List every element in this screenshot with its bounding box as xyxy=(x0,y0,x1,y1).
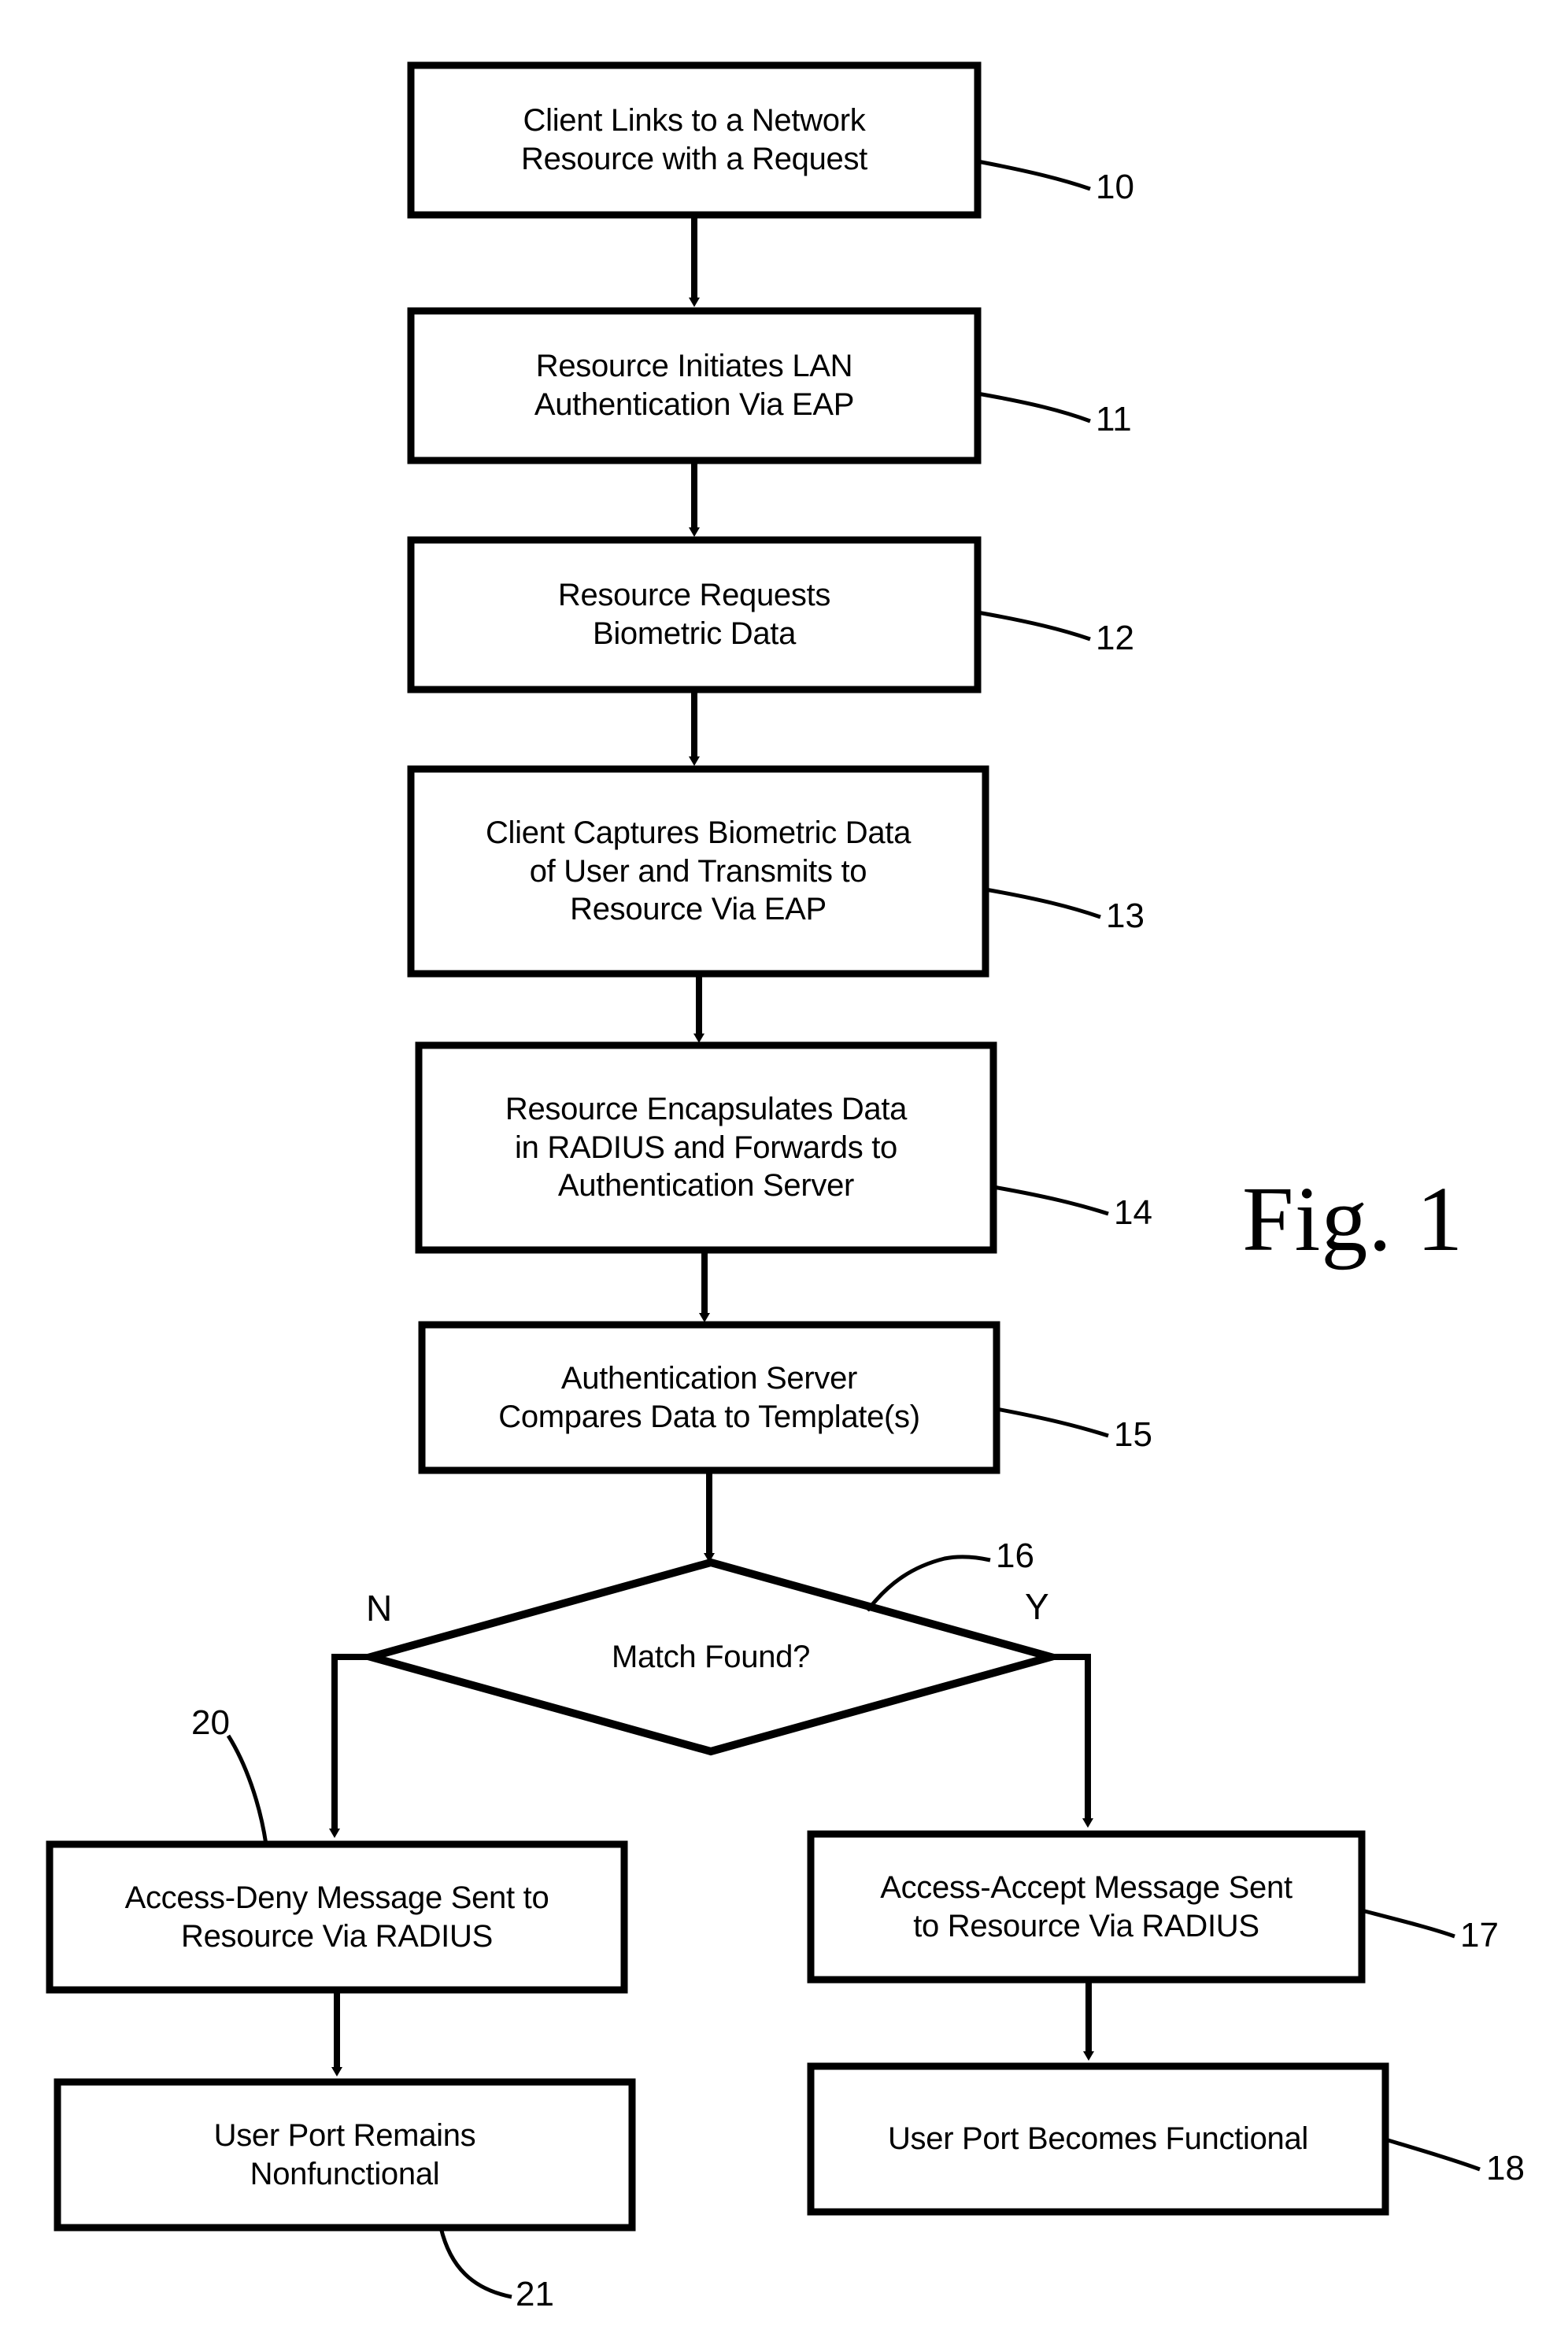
flowchart-graphics xyxy=(46,61,1481,2299)
leader-20 xyxy=(226,1734,268,1845)
ref-number-14: 14 xyxy=(1114,1193,1152,1232)
box-12 xyxy=(407,536,982,693)
leader-12 xyxy=(977,610,1091,642)
leader-17 xyxy=(1361,1908,1455,1939)
box-10 xyxy=(407,61,982,219)
arrow-16-no-to-20 xyxy=(329,1654,371,1838)
figure-canvas: Client Links to a Network Resource with … xyxy=(0,0,1568,2326)
ref-number-10: 10 xyxy=(1096,168,1134,206)
box-20 xyxy=(46,1840,628,1994)
leader-15 xyxy=(996,1407,1109,1438)
box-13 xyxy=(407,765,989,978)
branch-label-no: N xyxy=(366,1588,393,1629)
leader-16 xyxy=(866,1555,991,1612)
ref-number-21: 21 xyxy=(516,2275,554,2313)
ref-number-16: 16 xyxy=(996,1536,1034,1575)
box-21 xyxy=(54,2078,636,2232)
box-17 xyxy=(807,1830,1366,1984)
leader-10 xyxy=(977,159,1091,191)
box-18 xyxy=(807,2062,1389,2216)
box-14 xyxy=(415,1041,997,1254)
box-11 xyxy=(407,307,982,464)
leader-14 xyxy=(993,1185,1109,1216)
figure-label: Fig. 1 xyxy=(1242,1167,1464,1270)
leader-11 xyxy=(977,391,1091,423)
leader-18 xyxy=(1385,2137,1481,2172)
ref-number-13: 13 xyxy=(1106,897,1145,935)
ref-number-18: 18 xyxy=(1486,2149,1525,2187)
ref-number-17: 17 xyxy=(1460,1916,1499,1954)
ref-number-20: 20 xyxy=(191,1703,230,1742)
leader-21 xyxy=(438,2227,512,2299)
ref-number-12: 12 xyxy=(1096,619,1134,657)
box-15 xyxy=(418,1321,1000,1474)
branch-label-yes: Y xyxy=(1025,1586,1049,1627)
ref-number-15: 15 xyxy=(1114,1415,1152,1454)
arrow-16-yes-to-17 xyxy=(1051,1654,1093,1828)
ref-number-11: 11 xyxy=(1096,400,1132,438)
leader-13 xyxy=(985,887,1101,919)
diamond-16 xyxy=(356,1558,1066,1756)
